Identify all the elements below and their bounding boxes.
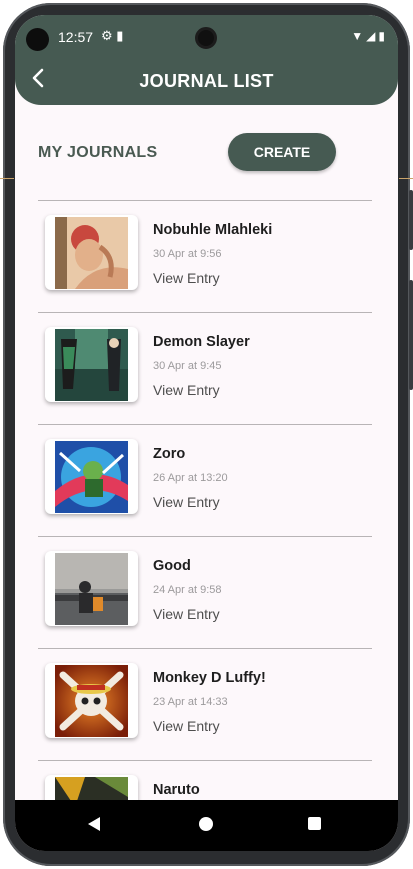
punch-hole-camera [195, 27, 217, 49]
app-screen: 12:57 ⚙ ▮ ▼◢▮ JOURNAL LIST MY JOURNALS C… [15, 15, 398, 851]
create-button[interactable]: CREATE [228, 133, 336, 171]
volume-button [409, 280, 413, 390]
journal-title: Zoro [153, 446, 186, 462]
status-icons-right: ▼◢▮ [351, 29, 388, 43]
view-entry-link[interactable]: View Entry [153, 718, 220, 734]
divider [38, 312, 372, 313]
journal-date: 30 Apr at 9:56 [153, 248, 222, 260]
divider [38, 760, 372, 761]
journal-title: Demon Slayer [153, 334, 250, 350]
journal-thumbnail [55, 441, 128, 513]
journal-date: 23 Apr at 14:33 [153, 696, 228, 708]
status-time: 12:57 [58, 29, 94, 45]
home-circle-icon[interactable] [199, 817, 213, 831]
power-button [409, 190, 413, 250]
status-icons-left: ⚙ ▮ [101, 28, 123, 44]
status-bar: 12:57 ⚙ ▮ ▼◢▮ [15, 15, 398, 59]
divider [38, 648, 372, 649]
journal-date: 30 Apr at 9:45 [153, 360, 222, 372]
front-camera-dot [26, 28, 49, 51]
journal-list-item[interactable]: Monkey D Luffy! 23 Apr at 14:33 View Ent… [15, 648, 398, 760]
sd-card-icon: ▮ [116, 28, 124, 43]
divider [38, 200, 372, 201]
journal-thumbnail [55, 217, 128, 289]
page-title: JOURNAL LIST [139, 71, 274, 91]
journal-list: Nobuhle Mlahleki 30 Apr at 9:56 View Ent… [15, 200, 398, 851]
navigation-bar [15, 800, 398, 851]
journal-thumbnail [55, 329, 128, 401]
signal-icon: ◢ [366, 29, 379, 43]
gear-icon: ⚙ [101, 28, 113, 43]
thumbnail-card [45, 215, 138, 290]
journal-title: Naruto [153, 782, 200, 798]
view-entry-link[interactable]: View Entry [153, 270, 220, 286]
journal-list-item[interactable]: Demon Slayer 30 Apr at 9:45 View Entry [15, 312, 398, 424]
thumbnail-card [45, 551, 138, 626]
journal-list-item[interactable]: Nobuhle Mlahleki 30 Apr at 9:56 View Ent… [15, 200, 398, 312]
view-entry-link[interactable]: View Entry [153, 494, 220, 510]
frame-accent-right [399, 178, 413, 179]
section-title: MY JOURNALS [38, 144, 158, 161]
journal-list-item[interactable]: Zoro 26 Apr at 13:20 View Entry [15, 424, 398, 536]
wifi-icon: ▼ [351, 29, 367, 43]
battery-icon: ▮ [378, 29, 388, 43]
journal-title: Monkey D Luffy! [153, 670, 266, 686]
recents-square-icon[interactable] [308, 817, 321, 830]
journal-date: 24 Apr at 9:58 [153, 584, 222, 596]
journal-title: Good [153, 558, 191, 574]
app-header: 12:57 ⚙ ▮ ▼◢▮ JOURNAL LIST [15, 15, 398, 105]
thumbnail-card [45, 439, 138, 514]
divider [38, 536, 372, 537]
view-entry-link[interactable]: View Entry [153, 606, 220, 622]
journal-list-item[interactable]: Good 24 Apr at 9:58 View Entry [15, 536, 398, 648]
journal-title: Nobuhle Mlahleki [153, 222, 273, 238]
journal-thumbnail [55, 665, 128, 737]
view-entry-link[interactable]: View Entry [153, 382, 220, 398]
back-triangle-icon[interactable] [87, 816, 101, 832]
frame-accent-left [0, 178, 14, 179]
divider [38, 424, 372, 425]
journal-date: 26 Apr at 13:20 [153, 472, 228, 484]
journal-thumbnail [55, 553, 128, 625]
thumbnail-card [45, 663, 138, 738]
thumbnail-card [45, 327, 138, 402]
